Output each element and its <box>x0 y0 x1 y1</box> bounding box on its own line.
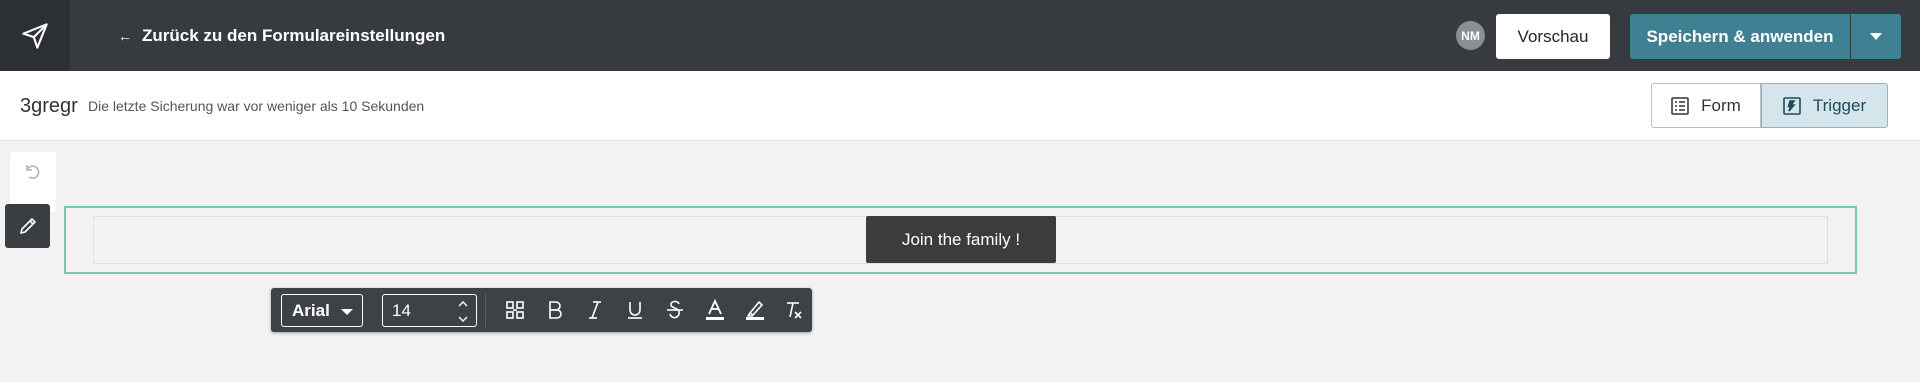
decrease-size-button[interactable] <box>451 311 475 326</box>
clear-format-icon <box>787 302 802 319</box>
caret-down-icon <box>1870 32 1882 40</box>
tab-trigger[interactable]: Trigger <box>1761 83 1888 128</box>
link-button[interactable] <box>499 295 531 325</box>
undo-icon[interactable] <box>23 162 43 182</box>
paper-plane-icon <box>22 22 48 49</box>
form-header: 3gregr Die letzte Sicherung war vor weni… <box>0 71 1920 141</box>
strikethrough-button[interactable] <box>659 295 691 325</box>
link-icon <box>506 301 524 319</box>
form-name: 3gregr <box>20 95 78 117</box>
back-link-label: Zurück zu den Formulareinstellungen <box>142 25 446 45</box>
preview-button[interactable]: Vorschau <box>1496 14 1610 59</box>
pencil-icon <box>19 218 36 234</box>
save-options-dropdown[interactable] <box>1851 14 1901 59</box>
italic-icon <box>589 301 601 319</box>
tab-trigger-label: Trigger <box>1812 95 1867 115</box>
font-family-value: Arial <box>292 300 330 320</box>
chevron-down-icon <box>458 316 468 322</box>
increase-size-button[interactable] <box>451 296 475 311</box>
top-bar: ← Zurück zu den Formulareinstellungen NM… <box>0 0 1920 71</box>
text-format-toolbar: Arial <box>271 288 812 332</box>
text-color-button[interactable] <box>699 295 731 325</box>
logo[interactable] <box>0 0 70 71</box>
font-size-input[interactable] <box>383 295 448 326</box>
edit-button[interactable] <box>5 204 50 248</box>
bold-icon <box>549 301 562 319</box>
arrow-left-icon: ← <box>118 27 132 44</box>
font-size-field[interactable] <box>382 294 477 327</box>
list-icon <box>1671 96 1689 115</box>
save-and-apply-button[interactable]: Speichern & anwenden <box>1630 14 1850 59</box>
highlight-button[interactable] <box>739 295 771 325</box>
clear-format-button[interactable] <box>777 295 809 325</box>
save-status: Die letzte Sicherung war vor weniger als… <box>88 98 425 114</box>
avatar[interactable]: NM <box>1456 21 1485 50</box>
tab-form[interactable]: Form <box>1651 83 1761 128</box>
join-button-text[interactable]: Join the family ! <box>866 216 1056 263</box>
trigger-icon <box>1783 96 1801 115</box>
italic-button[interactable] <box>579 295 611 325</box>
underline-icon <box>628 302 642 319</box>
text-color-icon <box>706 299 724 320</box>
bold-button[interactable] <box>539 295 571 325</box>
side-tools-panel <box>10 152 56 212</box>
strikethrough-icon <box>667 300 683 319</box>
back-to-form-settings-link[interactable]: ← Zurück zu den Formulareinstellungen <box>118 0 445 71</box>
underline-button[interactable] <box>619 295 651 325</box>
chevron-up-icon <box>458 300 468 306</box>
font-family-select[interactable]: Arial <box>281 294 363 327</box>
caret-down-icon <box>341 309 353 315</box>
font-size-stepper[interactable] <box>451 296 475 326</box>
tab-form-label: Form <box>1701 95 1741 115</box>
highlight-icon <box>746 301 764 320</box>
toolbar-divider <box>485 294 486 327</box>
